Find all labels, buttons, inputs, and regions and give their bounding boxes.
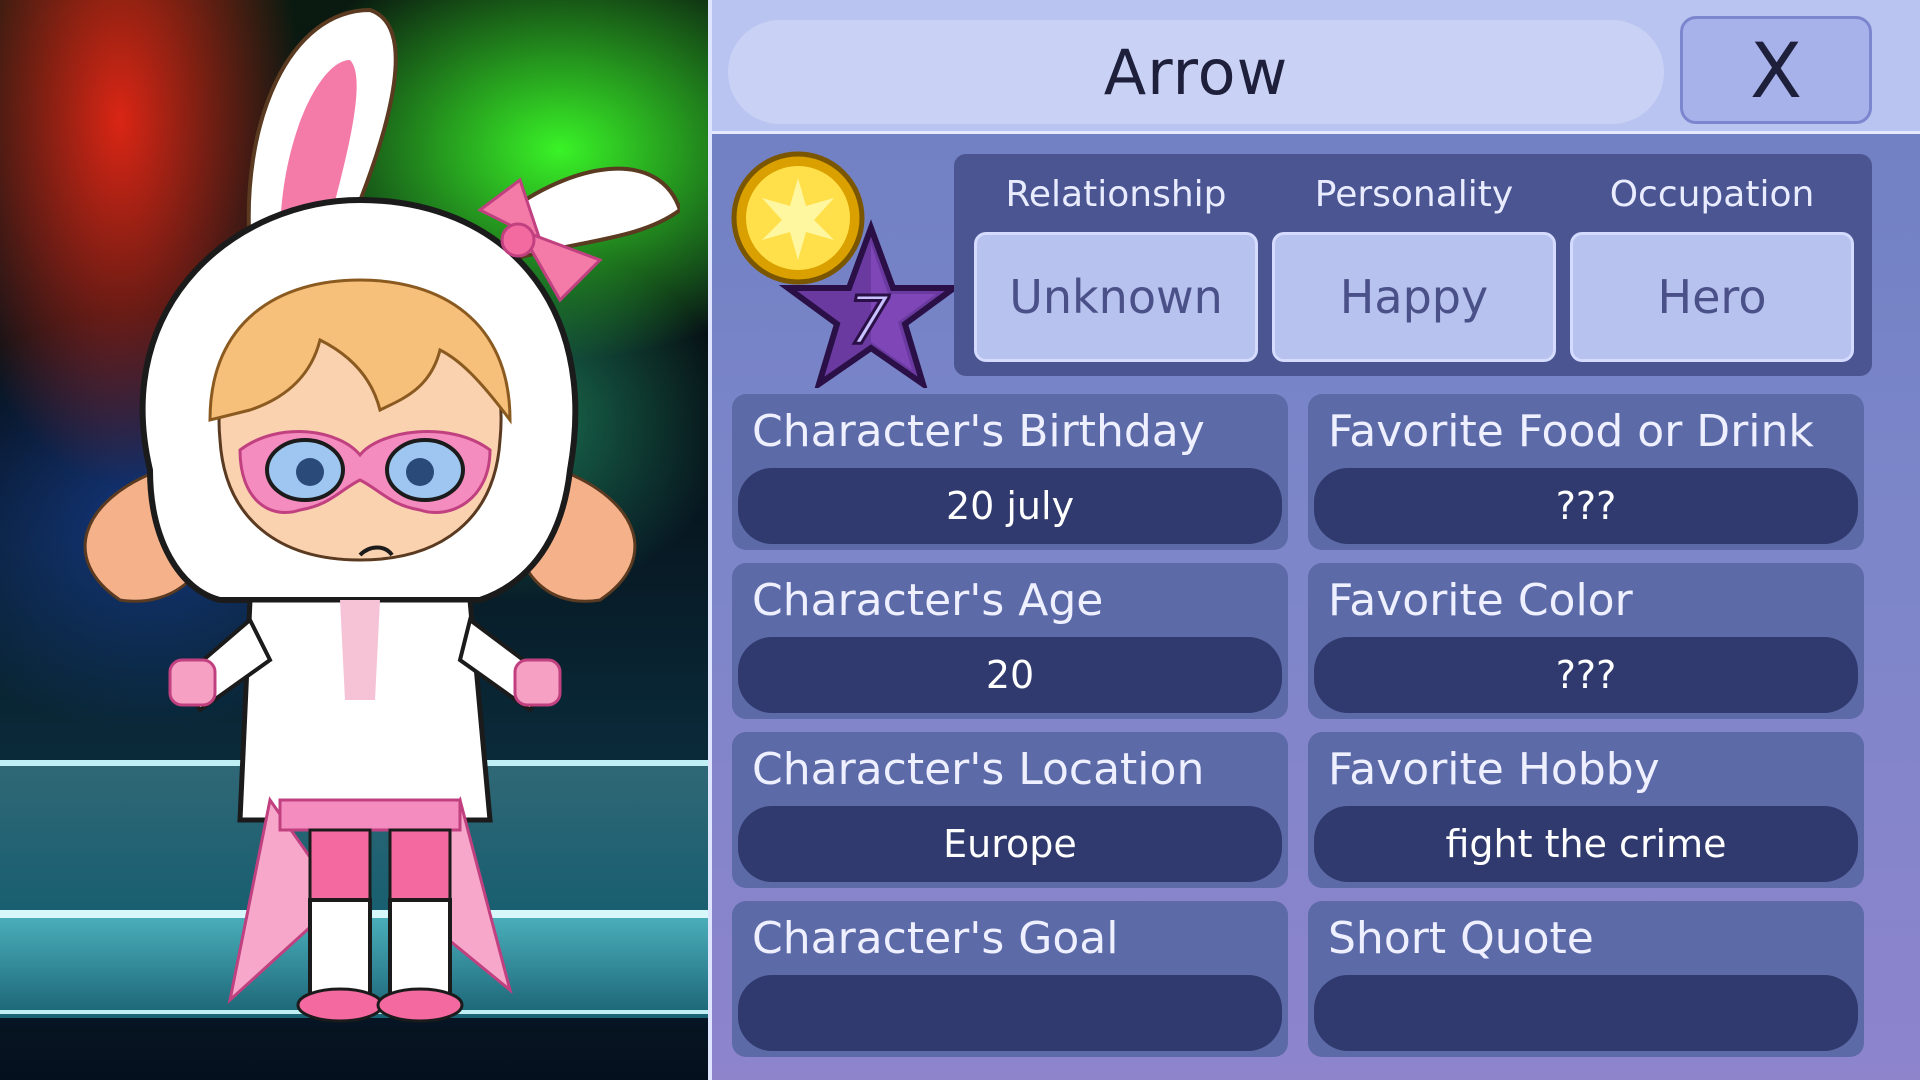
personality-selector[interactable]: Happy xyxy=(1272,232,1556,362)
age-input[interactable]: 20 xyxy=(738,637,1282,713)
close-button[interactable]: X xyxy=(1680,16,1872,124)
location-label: Character's Location xyxy=(752,744,1205,795)
trait-label: Occupation xyxy=(1609,174,1815,215)
goal-card: Character's Goal xyxy=(732,901,1288,1057)
hobby-card: Favorite Hobby fight the crime xyxy=(1308,732,1864,888)
trait-occupation: Occupation Hero xyxy=(1570,154,1854,376)
level-badge: 7 xyxy=(731,151,956,388)
location-input[interactable]: Europe xyxy=(738,806,1282,882)
trait-label: Personality xyxy=(1314,174,1514,215)
level-number: 7 xyxy=(848,282,890,359)
close-icon: X xyxy=(1749,25,1803,115)
trait-personality: Personality Happy xyxy=(1272,154,1556,376)
hobby-input[interactable]: fight the crime xyxy=(1314,806,1858,882)
food-label: Favorite Food or Drink xyxy=(1328,406,1814,457)
character-scene xyxy=(0,0,708,1080)
food-card: Favorite Food or Drink ??? xyxy=(1308,394,1864,550)
goal-input[interactable] xyxy=(738,975,1282,1051)
occupation-selector[interactable]: Hero xyxy=(1570,232,1854,362)
hobby-label: Favorite Hobby xyxy=(1328,744,1660,795)
birthday-label: Character's Birthday xyxy=(752,406,1205,457)
trait-relationship: Relationship Unknown xyxy=(974,154,1258,376)
color-card: Favorite Color ??? xyxy=(1308,563,1864,719)
birthday-card: Character's Birthday 20 july xyxy=(732,394,1288,550)
character-name: Arrow xyxy=(1103,35,1289,109)
traits-box: Relationship Unknown Personality Happy O… xyxy=(954,154,1872,376)
color-input[interactable]: ??? xyxy=(1314,637,1858,713)
food-input[interactable]: ??? xyxy=(1314,468,1858,544)
character-illustration xyxy=(83,7,680,1023)
age-card: Character's Age 20 xyxy=(732,563,1288,719)
name-field[interactable]: Arrow xyxy=(728,20,1664,124)
color-label: Favorite Color xyxy=(1328,575,1633,626)
quote-card: Short Quote xyxy=(1308,901,1864,1057)
quote-input[interactable] xyxy=(1314,975,1858,1051)
gold-medal-icon xyxy=(731,151,865,285)
age-label: Character's Age xyxy=(752,575,1104,626)
character-profile-panel: Arrow X 7 Relationship Unknown Personali… xyxy=(708,0,1920,1080)
profile-header: Arrow X xyxy=(712,0,1920,134)
birthday-input[interactable]: 20 july xyxy=(738,468,1282,544)
location-card: Character's Location Europe xyxy=(732,732,1288,888)
quote-label: Short Quote xyxy=(1328,913,1594,964)
trait-label: Relationship xyxy=(1005,174,1227,215)
relationship-selector[interactable]: Unknown xyxy=(974,232,1258,362)
goal-label: Character's Goal xyxy=(752,913,1119,964)
